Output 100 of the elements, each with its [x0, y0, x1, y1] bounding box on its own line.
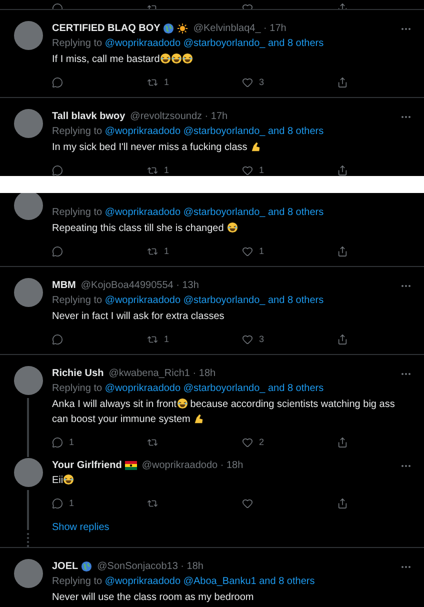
share-button[interactable] [337, 76, 348, 88]
sun-icon [177, 22, 188, 34]
reply-button[interactable] [52, 334, 63, 344]
mention-link[interactable]: @woprikraadodo [104, 383, 181, 394]
user-name[interactable]: CERTIFIED BLAQ BOY [52, 22, 160, 34]
user-handle: @woprikraadodo · 18h [142, 460, 244, 470]
mention-link[interactable]: @starboyorlando_ [183, 38, 266, 49]
replying-to-text: Replying to @woprikraadodo @starboyorlando_ and 8 others [52, 382, 325, 396]
heart-icon [242, 436, 253, 448]
reply-icon [52, 498, 63, 508]
flag-icon [124, 460, 137, 470]
mention-link[interactable]: @starboyorlando_ [183, 383, 266, 394]
mention-link[interactable]: @Aboa_Banku1 [183, 576, 256, 587]
share-icon [337, 246, 348, 256]
reply-button[interactable]: 1 [52, 436, 74, 448]
retweet-icon [147, 246, 158, 256]
like-button[interactable] [242, 498, 253, 508]
retweet-button[interactable] [147, 498, 158, 508]
user-name[interactable]: Richie Ush [52, 368, 104, 378]
mention-link[interactable]: and 8 others [268, 207, 324, 218]
avatar[interactable] [14, 458, 42, 487]
hand-icon [250, 141, 262, 152]
reply-button[interactable] [52, 164, 63, 176]
reply-icon [52, 246, 63, 256]
like-button[interactable]: 3 [242, 76, 264, 88]
count: 1 [259, 165, 264, 175]
reply-button[interactable]: 1 [52, 498, 74, 508]
retweet-button[interactable]: 1 [147, 334, 170, 344]
replying-to-text: Replying to @woprikraadodo @starboyorlando_ and 8 others [52, 294, 325, 308]
mention-link[interactable]: @woprikraadodo [104, 576, 181, 587]
laughing-face-icon [170, 53, 182, 64]
mention-link[interactable]: and 8 others [268, 383, 324, 394]
avatar[interactable] [14, 109, 42, 138]
like-button[interactable]: 1 [242, 246, 264, 256]
mention-link[interactable]: @woprikraadodo [104, 207, 181, 218]
replying-to-text: Replying to @woprikraadodo @Aboa_Banku1 and 8 others [52, 575, 316, 589]
tweet-text: Repeating this class till she is changed [52, 221, 400, 236]
mention-link[interactable]: and 8 others [268, 126, 324, 137]
reply-button[interactable] [52, 76, 63, 88]
share-button[interactable] [337, 436, 348, 448]
laughing-face-icon [160, 53, 171, 64]
heart-icon [242, 76, 253, 88]
replying-to-text: Replying to @woprikraadodo @starboyorlando_ and 8 others [52, 206, 325, 220]
user-handle: @Kelvinblaq4_ · 17h [193, 22, 286, 34]
globe-icon [81, 560, 92, 572]
heart-icon [242, 164, 253, 176]
count: 3 [259, 77, 264, 87]
mention-link[interactable]: @starboyorlando_ [183, 126, 266, 137]
retweet-button[interactable]: 1 [147, 246, 170, 256]
share-button[interactable] [337, 498, 348, 508]
mention-link[interactable]: @woprikraadodo [104, 295, 181, 306]
share-button[interactable] [337, 164, 348, 176]
replying-to-text: Replying to @woprikraadodo @starboyorlando_ and 8 others [52, 125, 325, 139]
share-button[interactable] [337, 246, 348, 256]
count: 2 [259, 437, 264, 447]
mention-link[interactable]: @woprikraadodo [104, 126, 181, 137]
count: 1 [259, 246, 264, 256]
tweet-text: If I miss, call me bastard [52, 52, 400, 67]
avatar[interactable] [14, 193, 42, 220]
reply-icon [52, 164, 63, 176]
retweet-button[interactable]: 1 [147, 76, 170, 88]
show-replies-link[interactable]: Show replies [52, 520, 110, 536]
retweet-button[interactable]: 1 [147, 164, 170, 176]
reply-icon [52, 334, 63, 344]
like-button[interactable]: 1 [242, 164, 264, 176]
count: 3 [259, 334, 264, 344]
like-button[interactable]: 2 [242, 436, 264, 448]
reply-button[interactable] [52, 246, 63, 256]
retweet-button[interactable] [147, 436, 158, 448]
count: 1 [69, 498, 74, 508]
avatar[interactable] [14, 278, 42, 307]
laughing-face-icon [182, 53, 193, 64]
user-handle: @kwabena_Rich1 · 18h [108, 368, 216, 378]
share-icon [337, 334, 348, 344]
heart-icon [242, 334, 253, 344]
globe-icon [163, 22, 174, 34]
like-button[interactable]: 3 [242, 334, 264, 344]
count: 1 [69, 437, 74, 447]
reply-icon [52, 436, 63, 448]
user-name[interactable]: Tall blavk bwoy [52, 110, 126, 122]
mention-link[interactable]: @woprikraadodo [104, 38, 181, 49]
share-icon [337, 164, 348, 176]
user-name[interactable]: MBM [52, 280, 76, 290]
mention-link[interactable]: @starboyorlando_ [183, 207, 266, 218]
mention-link[interactable]: and 8 others [259, 576, 315, 587]
user-handle: @SonSonjacob13 · 18h [97, 560, 204, 572]
tweet-text: In my sick bed I'll never miss a fucking class [52, 140, 400, 155]
avatar[interactable] [14, 559, 42, 588]
share-button[interactable] [337, 334, 348, 344]
tweet-text: Eii [52, 473, 400, 488]
mention-link[interactable]: @starboyorlando_ [183, 295, 266, 306]
mention-link[interactable]: and 8 others [268, 295, 324, 306]
user-name[interactable]: JOEL [52, 560, 78, 572]
avatar[interactable] [14, 21, 42, 50]
count: 1 [164, 77, 170, 87]
user-name[interactable]: Your Girlfriend [52, 460, 122, 470]
tweet-text: Never will use the class room as my bedroom [52, 591, 255, 605]
mention-link[interactable]: and 8 others [268, 38, 324, 49]
tweet-text: Anka I will always sit in front because according scientists watching big ass can boost your immune system [52, 397, 396, 427]
avatar[interactable] [14, 366, 42, 395]
